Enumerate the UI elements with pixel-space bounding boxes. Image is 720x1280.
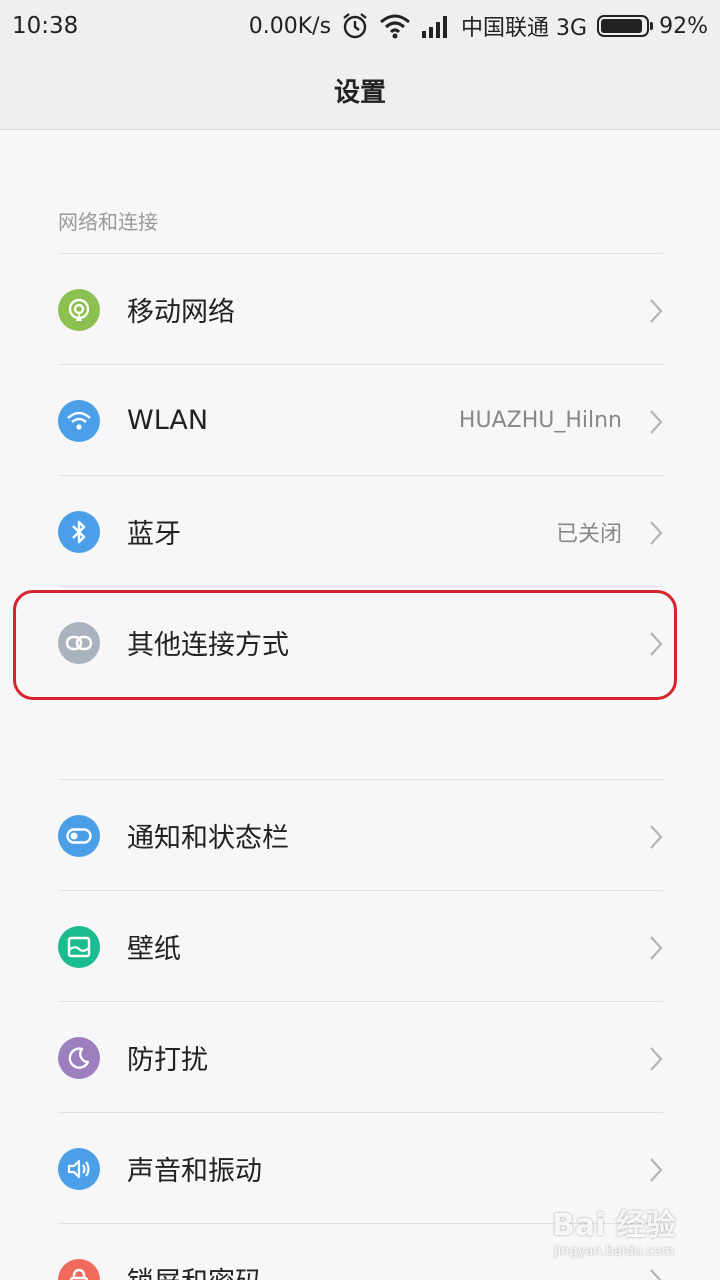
wallpaper-icon: [58, 926, 100, 968]
status-indicators: 0.00K/s 中国联通 3G 92%: [249, 10, 708, 42]
settings-item-mobile-network[interactable]: 移动网络: [0, 254, 720, 365]
battery-icon: [597, 15, 654, 37]
settings-item-value: HUAZHU_Hilnn: [458, 408, 622, 433]
section-label: 网络和连接: [58, 210, 158, 234]
settings-item-label: 蓝牙: [127, 519, 181, 550]
page-title: 设置: [333, 78, 386, 108]
chevron-right-icon: [648, 520, 664, 550]
watermark-logo: Bai 经验: [552, 1208, 676, 1243]
wifi-signal-icon: [379, 13, 411, 39]
settings-item-label: WLAN: [127, 405, 209, 436]
settings-item-label: 防打扰: [127, 1045, 208, 1076]
lock-icon: [58, 1259, 100, 1280]
cell-signal-icon: [421, 14, 451, 38]
status-time: 10:38: [12, 13, 79, 39]
chevron-right-icon: [648, 409, 664, 439]
toggle-icon: [58, 815, 100, 857]
chevron-right-icon: [648, 298, 664, 328]
chevron-right-icon: [648, 1046, 664, 1076]
chevron-right-icon: [648, 935, 664, 965]
chevron-right-icon: [648, 1157, 664, 1187]
settings-item-notifications[interactable]: 通知和状态栏: [0, 780, 720, 891]
settings-item-label: 锁屏和密码: [127, 1260, 262, 1280]
battery-percent: 92%: [659, 13, 708, 39]
moon-icon: [58, 1037, 100, 1079]
network-speed: 0.00K/s: [248, 13, 332, 39]
settings-item-do-not-disturb[interactable]: 防打扰: [0, 1002, 720, 1113]
settings-item-label: 移动网络: [127, 297, 235, 328]
settings-item-bluetooth[interactable]: 蓝牙 已关闭: [0, 476, 720, 587]
settings-item-value: 已关闭: [555, 521, 622, 547]
settings-item-label: 壁纸: [127, 934, 181, 965]
settings-item-wallpaper[interactable]: 壁纸: [0, 891, 720, 1002]
status-bar: 10:38 0.00K/s 中国联通 3G 92%: [0, 0, 720, 52]
battery-fill: [601, 19, 642, 33]
carrier-label: 中国联通 3G: [461, 16, 588, 41]
speaker-icon: [58, 1148, 100, 1190]
mobile-network-icon: [58, 289, 100, 331]
title-bar: 设置: [0, 52, 720, 130]
watermark-url: jingyan.baidu.com: [554, 1244, 674, 1259]
settings-item-label: 通知和状态栏: [127, 823, 289, 854]
chevron-right-icon: [648, 824, 664, 854]
highlight-box: [13, 590, 677, 700]
settings-item-label: 声音和振动: [127, 1156, 262, 1187]
settings-item-wlan[interactable]: WLAN HUAZHU_Hilnn: [0, 365, 720, 476]
bluetooth-icon: [58, 511, 100, 553]
alarm-icon: [341, 12, 369, 40]
watermark: Bai 经验 jingyan.baidu.com: [552, 1200, 717, 1270]
wifi-icon: [58, 400, 100, 442]
